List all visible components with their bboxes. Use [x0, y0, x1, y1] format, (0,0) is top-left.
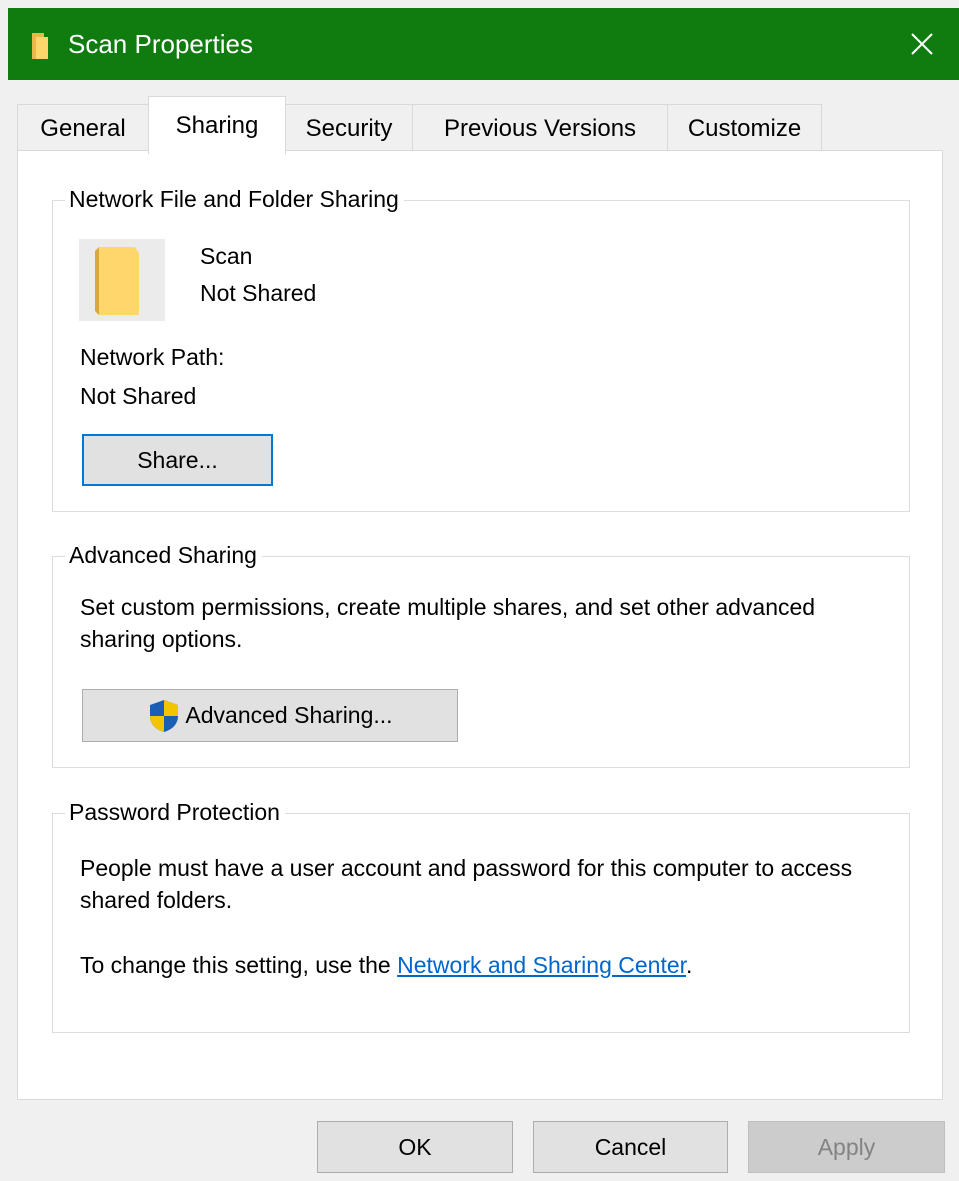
group-title: Advanced Sharing: [65, 540, 262, 570]
tab-customize[interactable]: Customize: [667, 104, 822, 152]
tab-general[interactable]: General: [17, 104, 149, 152]
uac-shield-icon: [150, 699, 179, 732]
sharing-panel: Network File and Folder Sharing Scan Not…: [17, 150, 943, 1100]
cancel-button[interactable]: Cancel: [533, 1121, 728, 1173]
password-protection-description: People must have a user account and pass…: [80, 855, 853, 913]
folder-thumbnail: [79, 239, 165, 321]
folder-share-status: Not Shared: [200, 280, 317, 306]
close-icon: [911, 33, 933, 55]
network-path-value: Not Shared: [80, 383, 197, 409]
folder-icon: [32, 33, 48, 59]
folder-icon: [95, 247, 139, 315]
tab-sharing[interactable]: Sharing: [148, 96, 286, 154]
change-setting-prefix: To change this setting, use the: [80, 952, 398, 978]
change-setting-suffix: .: [686, 952, 693, 978]
tab-security[interactable]: Security: [285, 104, 413, 152]
password-protection-group: Password Protection: [52, 797, 910, 1033]
tab-previous-versions[interactable]: Previous Versions: [412, 104, 668, 152]
network-path-label: Network Path:: [80, 344, 225, 370]
group-title: Password Protection: [65, 797, 285, 827]
tab-strip: General Sharing Security Previous Versio…: [17, 96, 943, 154]
close-button[interactable]: [885, 8, 959, 80]
network-sharing-center-link[interactable]: Network and Sharing Center: [397, 952, 686, 978]
advanced-sharing-description: Set custom permissions, create multiple …: [80, 594, 816, 652]
window-title: Scan Properties: [68, 29, 253, 59]
advanced-sharing-button[interactable]: Advanced Sharing...: [82, 689, 458, 742]
apply-button[interactable]: Apply: [748, 1121, 945, 1173]
change-setting-text: To change this setting, use the Network …: [80, 949, 692, 981]
group-title: Network File and Folder Sharing: [65, 184, 404, 214]
share-button[interactable]: Share...: [82, 434, 273, 486]
title-bar: Scan Properties: [8, 8, 959, 80]
advanced-sharing-button-label: Advanced Sharing...: [185, 702, 393, 728]
ok-button[interactable]: OK: [317, 1121, 513, 1173]
folder-name: Scan: [200, 243, 253, 269]
